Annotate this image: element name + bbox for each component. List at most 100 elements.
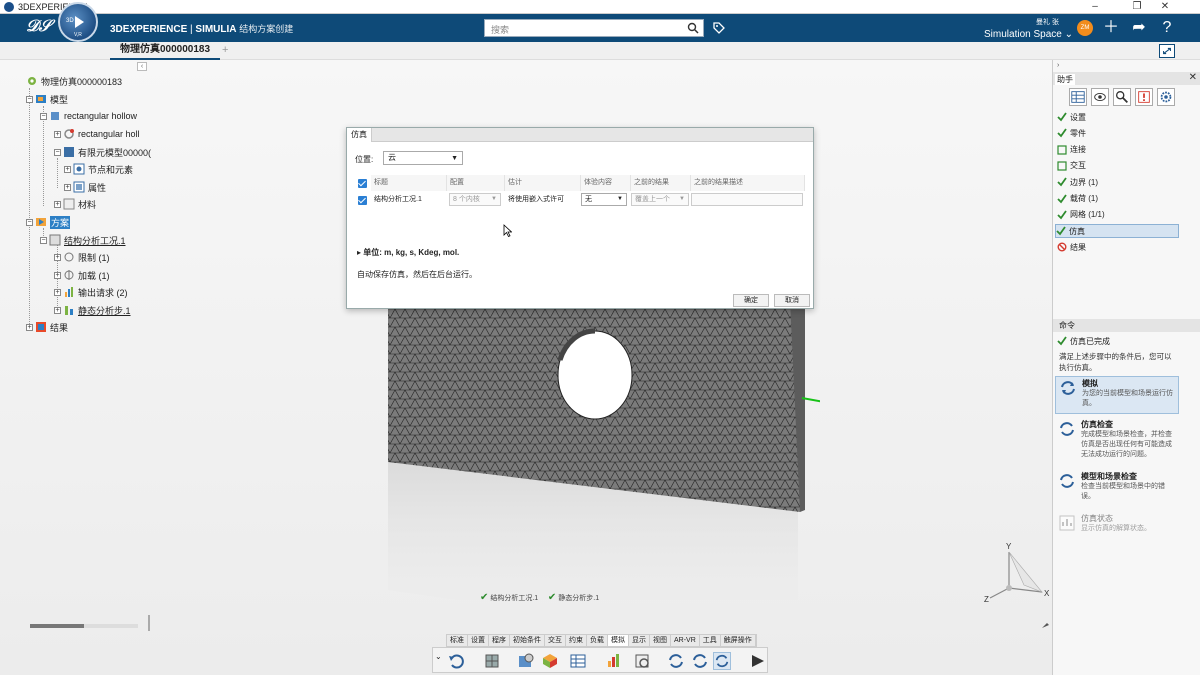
- color-cube-icon[interactable]: [541, 652, 559, 670]
- expander-icon[interactable]: +: [54, 271, 61, 279]
- tree-rect-holl[interactable]: + rectangular holl: [54, 127, 140, 141]
- tree-fem[interactable]: − 有限元模型00000(: [54, 145, 151, 159]
- simulate-command[interactable]: 模拟 为您的当前模型和场景运行仿真。: [1055, 376, 1179, 414]
- cancel-button[interactable]: 取消: [774, 294, 810, 307]
- row-checkbox[interactable]: [358, 196, 367, 205]
- status-case[interactable]: 结构分析工况.1: [490, 595, 538, 602]
- assistant-step[interactable]: 载荷 (1): [1057, 192, 1179, 206]
- expander-icon[interactable]: −: [40, 236, 47, 244]
- output-chart-icon[interactable]: [605, 652, 623, 670]
- assistant-step[interactable]: 仿真: [1055, 224, 1179, 239]
- inspect-icon[interactable]: [1113, 88, 1131, 106]
- expander-icon[interactable]: +: [26, 323, 33, 331]
- expander-icon[interactable]: +: [54, 288, 61, 296]
- avatar[interactable]: ZM: [1077, 20, 1093, 36]
- close-window-button[interactable]: ✕: [1150, 0, 1180, 14]
- assistant-step[interactable]: 零件: [1057, 126, 1179, 140]
- sim-check-command[interactable]: 仿真检查 完成模型和场景检查，并检查仿真是否出现任何有可能造成无法成功运行的问题…: [1055, 418, 1179, 468]
- tree-nodes[interactable]: + 节点和元素: [64, 162, 133, 176]
- action-tab[interactable]: 标准: [447, 635, 468, 646]
- action-tab[interactable]: 视图: [650, 635, 671, 646]
- units-row[interactable]: ▸ 单位: m, kg, s, Kdeg, mol.: [357, 247, 459, 258]
- assistant-step[interactable]: 设置: [1057, 110, 1179, 124]
- ok-button[interactable]: 确定: [733, 294, 769, 307]
- table-view-icon[interactable]: [569, 652, 587, 670]
- assistant-step[interactable]: 连接: [1057, 143, 1179, 157]
- sim-check-tool-icon[interactable]: [667, 652, 685, 670]
- action-tab[interactable]: AR-VR: [671, 635, 700, 646]
- expander-icon[interactable]: +: [54, 306, 61, 314]
- mesh-part-icon[interactable]: [483, 652, 501, 670]
- close-icon[interactable]: ✕: [1189, 72, 1197, 83]
- action-tab[interactable]: 显示: [629, 635, 650, 646]
- search-icon[interactable]: [687, 22, 699, 34]
- action-tab[interactable]: 工具: [700, 635, 721, 646]
- previous-desc-input[interactable]: [691, 193, 803, 206]
- tree-case[interactable]: − 结构分析工况.1: [40, 233, 126, 247]
- expander-icon[interactable]: +: [64, 165, 71, 173]
- tab-document[interactable]: 物理仿真000000183: [110, 42, 221, 60]
- assistant-step[interactable]: 网格 (1/1): [1057, 208, 1179, 222]
- model-tool-icon[interactable]: [517, 652, 535, 670]
- action-tab[interactable]: 程序: [489, 635, 510, 646]
- help-icon[interactable]: ?: [1158, 19, 1176, 37]
- tree-model[interactable]: − 模型: [26, 92, 68, 106]
- action-tab[interactable]: 约束: [566, 635, 587, 646]
- axis-triad-icon[interactable]: Y X Z: [984, 540, 1054, 610]
- collapse-actionbar-icon[interactable]: ⌄: [435, 652, 442, 661]
- tree-scenario[interactable]: − 方案: [26, 215, 71, 229]
- add-icon[interactable]: ＋: [1102, 19, 1120, 37]
- config-select[interactable]: 8 个内核 ▼: [449, 193, 501, 206]
- tree-restraint[interactable]: + 限制 (1): [54, 250, 110, 264]
- tree-load[interactable]: + 加载 (1): [54, 268, 110, 282]
- expander-icon[interactable]: +: [54, 253, 61, 261]
- gear-icon[interactable]: [1157, 88, 1175, 106]
- pin-icon[interactable]: [1040, 618, 1052, 630]
- simulation-settings-icon[interactable]: [633, 652, 651, 670]
- share-icon[interactable]: ➦: [1130, 19, 1148, 37]
- previous-select[interactable]: 覆盖上一个 ▼: [631, 193, 689, 206]
- action-tab[interactable]: 触屏操作: [721, 635, 756, 646]
- action-tab[interactable]: 模拟: [608, 635, 629, 646]
- model-check-tool-icon[interactable]: [691, 652, 709, 670]
- tree-step[interactable]: + 静态分析步.1: [54, 303, 131, 317]
- simulate-tool-icon[interactable]: [713, 652, 731, 670]
- expander-icon[interactable]: +: [54, 130, 61, 138]
- location-select[interactable]: 云 ▼: [383, 151, 463, 165]
- action-tab[interactable]: 交互: [545, 635, 566, 646]
- undo-icon[interactable]: [447, 652, 465, 670]
- ds-logo-icon[interactable]: 𝒟𝒮: [26, 18, 51, 36]
- space-selector[interactable]: Simulation Space ⌄: [984, 29, 1073, 40]
- panel-collapse-icon[interactable]: ›: [1057, 62, 1059, 69]
- viewport-splitter[interactable]: [148, 615, 150, 631]
- tree-output[interactable]: + 输出请求 (2): [54, 285, 128, 299]
- tree-rect-hollow[interactable]: − rectangular hollow: [40, 109, 137, 123]
- expander-icon[interactable]: +: [64, 183, 71, 191]
- assistant-step[interactable]: 边界 (1): [1057, 175, 1179, 189]
- expander-icon[interactable]: +: [54, 200, 61, 208]
- warning-icon[interactable]: [1135, 88, 1153, 106]
- add-tab-icon[interactable]: +: [222, 44, 228, 56]
- tree-root[interactable]: 物理仿真000000183: [26, 74, 122, 88]
- mesh-plate-model[interactable]: [380, 300, 820, 600]
- action-tab[interactable]: 设置: [468, 635, 489, 646]
- restore-button[interactable]: ❐: [1122, 0, 1152, 14]
- tag-icon[interactable]: [712, 21, 726, 35]
- expander-icon[interactable]: −: [54, 148, 61, 156]
- fullscreen-icon[interactable]: [1159, 44, 1175, 58]
- table-icon[interactable]: [1069, 88, 1087, 106]
- expander-icon[interactable]: −: [40, 112, 47, 120]
- tree-props[interactable]: + 属性: [64, 180, 106, 194]
- search-input[interactable]: 搜索: [484, 19, 704, 37]
- select-all-checkbox[interactable]: [358, 179, 367, 188]
- status-step[interactable]: 静态分析步.1: [558, 595, 599, 602]
- expander-icon[interactable]: −: [26, 95, 33, 103]
- eye-icon[interactable]: [1091, 88, 1109, 106]
- play-results-icon[interactable]: [749, 652, 767, 670]
- expander-icon[interactable]: −: [26, 218, 33, 226]
- experience-select[interactable]: 无 ▼: [581, 193, 627, 206]
- model-check-command[interactable]: 模型和场景检查 检查当前模型和场景中的错误。: [1055, 470, 1179, 506]
- action-tab[interactable]: 负载: [587, 635, 608, 646]
- tree-material[interactable]: + 材料: [54, 197, 96, 211]
- minimize-button[interactable]: –: [1080, 0, 1110, 14]
